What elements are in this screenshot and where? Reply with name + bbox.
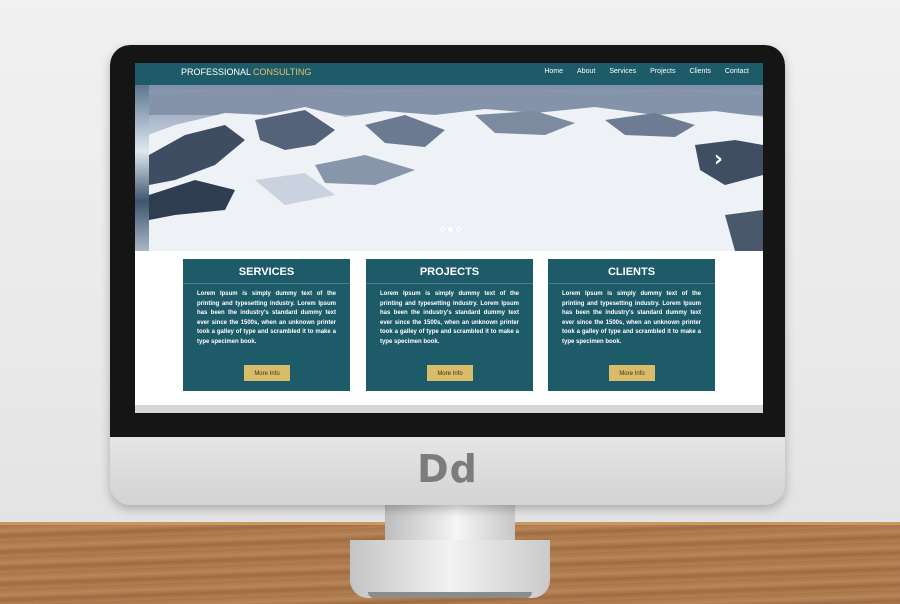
slider-dot-2[interactable] [448,227,453,232]
card-projects: PROJECTS Lorem Ipsum is simply dummy tex… [366,259,533,391]
more-info-button[interactable]: More Info [244,365,290,381]
nav-services[interactable]: Services [609,68,636,75]
more-info-button[interactable]: More Info [609,365,655,381]
logo-accent-text: CONSULTING [253,67,312,77]
screen-footer-strip [135,405,763,413]
card-text: Lorem Ipsum is simply dummy text of the … [380,291,519,345]
monitor: Dd PROFESSIONAL CONSULTING Home About Ser… [110,45,785,505]
monitor-stand-neck [385,498,515,546]
monitor-brand-logo: Dd [417,447,478,491]
nav-clients[interactable]: Clients [689,68,710,75]
slider-dot-3[interactable] [456,227,461,232]
hero-slider: › [135,85,763,251]
chevron-right-icon[interactable]: › [714,147,723,172]
card-title: CLIENTS [548,259,715,284]
card-title: PROJECTS [366,259,533,284]
more-info-button[interactable]: More Info [427,365,473,381]
card-services: SERVICES Lorem Ipsum is simply dummy tex… [183,259,350,391]
card-text: Lorem Ipsum is simply dummy text of the … [197,291,336,345]
navbar: PROFESSIONAL CONSULTING Home About Servic… [135,63,763,85]
feature-cards: SERVICES Lorem Ipsum is simply dummy tex… [135,259,763,399]
slider-dot-1[interactable] [440,227,445,232]
card-title: SERVICES [183,259,350,284]
website-screen: PROFESSIONAL CONSULTING Home About Servic… [135,63,763,413]
card-text: Lorem Ipsum is simply dummy text of the … [562,291,701,345]
site-logo[interactable]: PROFESSIONAL CONSULTING [181,67,311,77]
nav-about[interactable]: About [577,68,595,75]
main-nav: Home About Services Projects Clients Con… [544,68,749,75]
logo-main-text: PROFESSIONAL [181,67,252,77]
nav-projects[interactable]: Projects [650,68,675,75]
slider-dots [440,227,461,232]
previous-slide-sliver [135,85,149,251]
card-clients: CLIENTS Lorem Ipsum is simply dummy text… [548,259,715,391]
nav-contact[interactable]: Contact [725,68,749,75]
monitor-stand-foot [350,540,550,598]
nav-home[interactable]: Home [544,68,563,75]
